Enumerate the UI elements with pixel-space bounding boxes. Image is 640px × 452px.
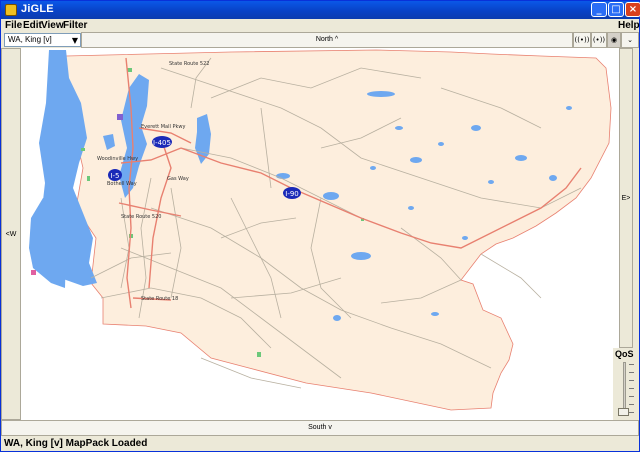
qos-tick [629, 380, 634, 381]
scan-icon[interactable]: ((•)) [573, 32, 591, 48]
menu-edit[interactable]: Edit [23, 19, 42, 32]
window-title: JiGLE [21, 3, 54, 15]
road-label: State Route 520 [121, 214, 161, 220]
map-frame: <W I-405 I-5 I-90 State Route 522 Everet… [1, 48, 639, 420]
status-bar: WA, King [v] MapPack Loaded [4, 438, 148, 449]
road-label: Everett Mall Pkwy [141, 124, 185, 130]
road-label: Gas Way [167, 176, 189, 182]
qos-tick [629, 372, 634, 373]
qos-tick [629, 364, 634, 365]
i5-label: I-5 [110, 172, 119, 180]
map-canvas[interactable]: I-405 I-5 I-90 State Route 522 Everett M… [21, 48, 619, 420]
map-svg[interactable]: I-405 I-5 I-90 State Route 522 Everett M… [21, 48, 619, 420]
qos-label: QoS [615, 349, 634, 359]
poi-marker [31, 270, 36, 275]
app-icon [5, 4, 17, 16]
highway-shield-i5: I-5 [108, 169, 122, 181]
menu-filter[interactable]: Filter [63, 19, 87, 32]
qos-slider-track[interactable] [623, 362, 626, 414]
county-dropdown-value: WA, King [v] [8, 35, 52, 44]
menu-help[interactable]: Help [618, 19, 640, 32]
qos-tick [629, 396, 634, 397]
signal-icon[interactable]: (•)) [591, 32, 607, 48]
road-label: State Route 18 [141, 296, 178, 302]
qos-tick [629, 404, 634, 405]
road-label: Bothell Way [107, 181, 137, 187]
app-window: JiGLE _ □ × File Edit View Filter Help W… [0, 0, 640, 452]
close-button[interactable]: × [625, 2, 640, 17]
pan-west-label: <W [5, 231, 17, 238]
qos-tick [629, 412, 634, 413]
county-land [65, 49, 612, 411]
menu-view[interactable]: View [41, 19, 64, 32]
qos-panel: QoS [613, 348, 639, 420]
urban-area [117, 114, 123, 120]
title-bar[interactable]: JiGLE _ □ × [1, 1, 640, 19]
highway-shield-i90: I-90 [283, 187, 301, 199]
more-chevron-icon[interactable]: ⌄ [621, 32, 639, 48]
pan-west-button[interactable]: <W [1, 48, 21, 420]
minimize-button[interactable]: _ [591, 2, 607, 17]
pan-north-button[interactable]: North ^ [81, 32, 573, 48]
toolbar: WA, King [v] ▼ North ^ ((•)) (•)) ◉ ⌄ [1, 32, 639, 48]
pan-east-button[interactable]: E> [619, 48, 633, 348]
pan-south-button[interactable]: South v [1, 420, 639, 436]
i405-label: I-405 [153, 139, 171, 147]
gps-icon[interactable]: ◉ [607, 32, 621, 48]
menu-bar: File Edit View Filter Help [1, 19, 640, 32]
menu-file[interactable]: File [5, 19, 22, 32]
pan-east-label: E> [621, 195, 631, 202]
road-label: State Route 522 [169, 61, 209, 67]
maximize-button[interactable]: □ [608, 2, 624, 17]
road-label: Woodinville Hwy [97, 156, 138, 162]
qos-slider-thumb[interactable] [618, 408, 629, 416]
qos-tick [629, 388, 634, 389]
chevron-down-icon: ▼ [71, 36, 78, 45]
county-dropdown[interactable]: WA, King [v] ▼ [4, 33, 81, 47]
highway-shield-i405: I-405 [152, 136, 172, 148]
i90-label: I-90 [285, 190, 299, 198]
